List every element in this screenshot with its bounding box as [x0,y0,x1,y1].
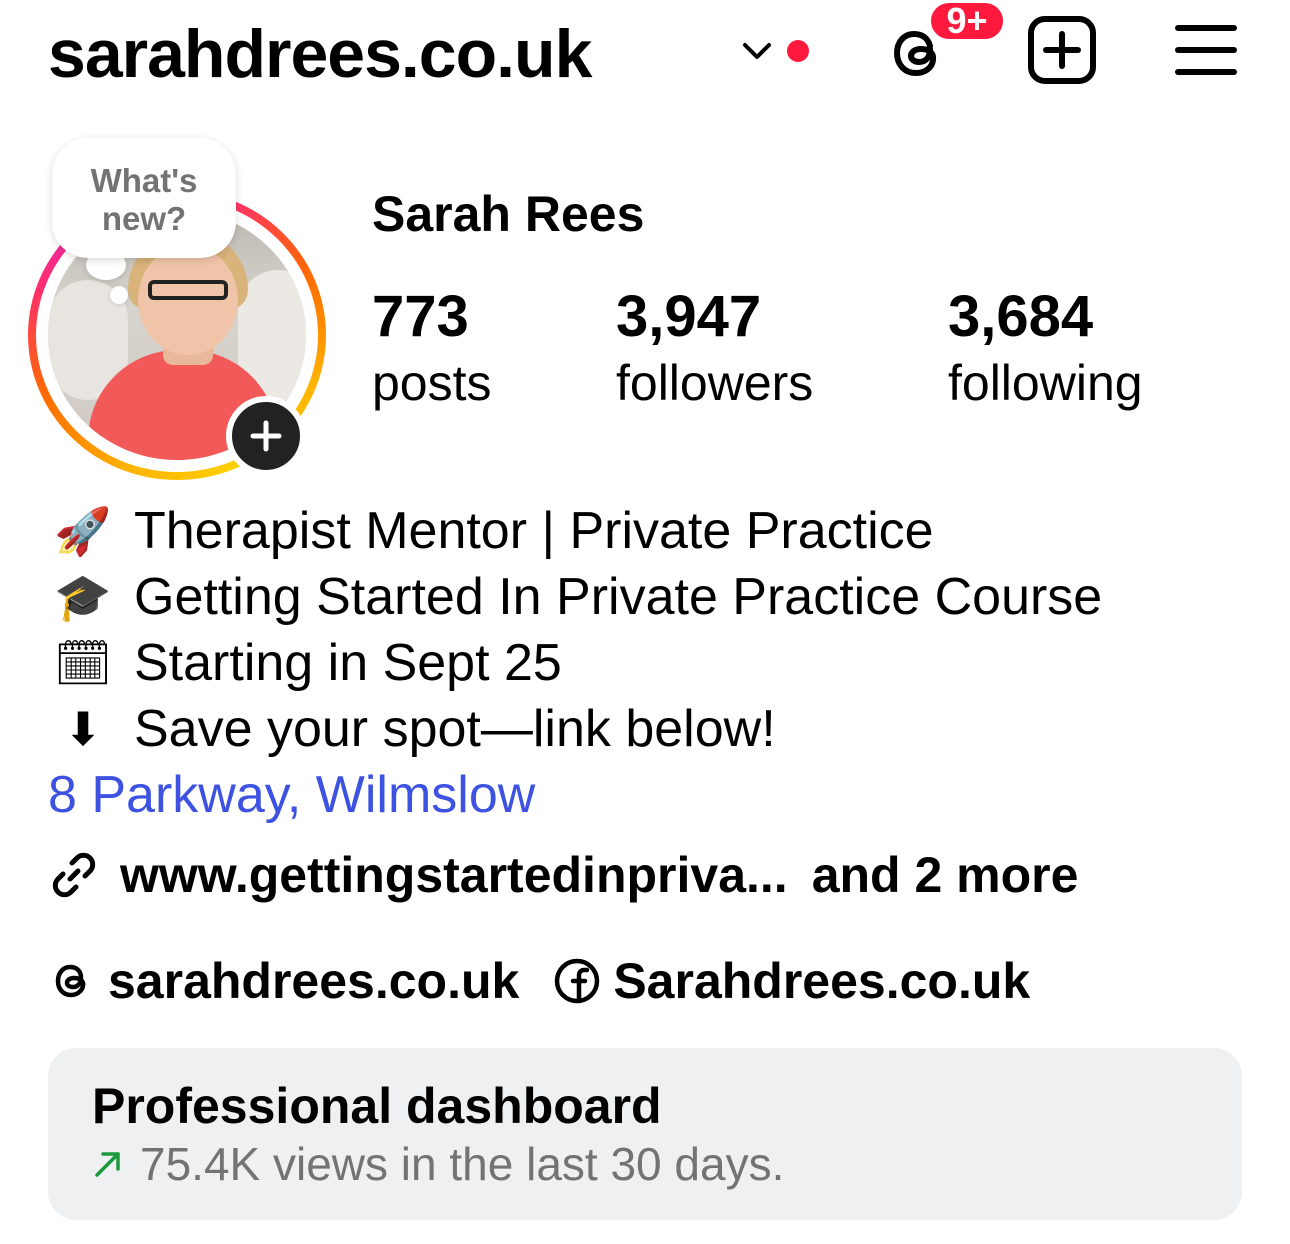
profile-bio: 🚀 Therapist Mentor | Private Practice 🎓 … [48,498,1102,762]
social-links: sarahdrees.co.uk Sarahdrees.co.uk [48,948,1030,1014]
stat-value: 773 [372,284,469,349]
profile-full-name: Sarah Rees [372,186,645,242]
rocket-icon: 🚀 [54,505,112,557]
business-address-link[interactable]: 8 Parkway, Wilmslow [48,762,535,828]
menu-icon[interactable] [1174,22,1238,78]
link-icon [52,852,96,898]
chevron-down-icon[interactable] [740,36,774,66]
professional-dashboard-card[interactable]: Professional dashboard 75.4K views in th… [48,1048,1242,1220]
bio-text: Starting in Sept 25 [134,634,562,692]
plus-icon [250,420,282,452]
stat-value: 3,947 [616,284,762,349]
dashboard-title: Professional dashboard [92,1078,662,1134]
note-bubble[interactable]: What's new? [52,138,236,258]
stat-value: 3,684 [948,284,1094,349]
dashboard-summary: 75.4K views in the last 30 days. [92,1136,1198,1192]
note-line-2: new? [101,200,187,237]
down-arrow-icon: ⬇ [63,703,103,755]
facebook-icon [555,958,600,1004]
stat-label: followers [616,355,814,411]
threads-profile-link[interactable]: sarahdrees.co.uk [108,952,519,1010]
graduation-cap-icon: 🎓 [54,571,112,623]
bio-line: ⬇ Save your spot—link below! [48,696,1102,762]
website-link[interactable]: www.gettingstartedinpriva... [120,846,788,904]
facebook-profile-link[interactable]: Sarahdrees.co.uk [613,952,1030,1010]
bio-line: 🗓 Starting in Sept 25 [48,630,1102,696]
note-line-1: What's [90,162,198,199]
add-story-button[interactable] [226,396,306,476]
top-bar: sarahdrees.co.uk 9+ [0,0,1290,110]
stat-followers[interactable]: 3,947 followers [616,286,813,418]
unread-dot [787,40,809,62]
stat-following[interactable]: 3,684 following [948,286,1143,418]
stat-label: posts [372,355,492,411]
dashboard-views-text: 75.4K views in the last 30 days. [140,1138,785,1190]
calendar-icon: 🗓 [53,637,113,689]
stat-label: following [948,355,1143,411]
bio-line: 🎓 Getting Started In Private Practice Co… [48,564,1102,630]
stat-posts[interactable]: 773 posts [372,286,492,418]
account-username[interactable]: sarahdrees.co.uk [48,14,592,94]
create-post-icon[interactable] [1026,14,1098,86]
profile-links[interactable]: www.gettingstartedinpriva... and 2 more [48,842,1078,908]
more-links-button[interactable]: and 2 more [812,846,1079,904]
bio-text: Getting Started In Private Practice Cour… [134,568,1103,626]
bio-text: Save your spot—link below! [134,700,776,758]
trend-up-icon [95,1152,120,1177]
threads-icon [55,964,86,998]
notification-badge: 9+ [928,0,1006,42]
bio-line: 🚀 Therapist Mentor | Private Practice [48,498,1102,564]
bio-text: Therapist Mentor | Private Practice [134,502,934,560]
